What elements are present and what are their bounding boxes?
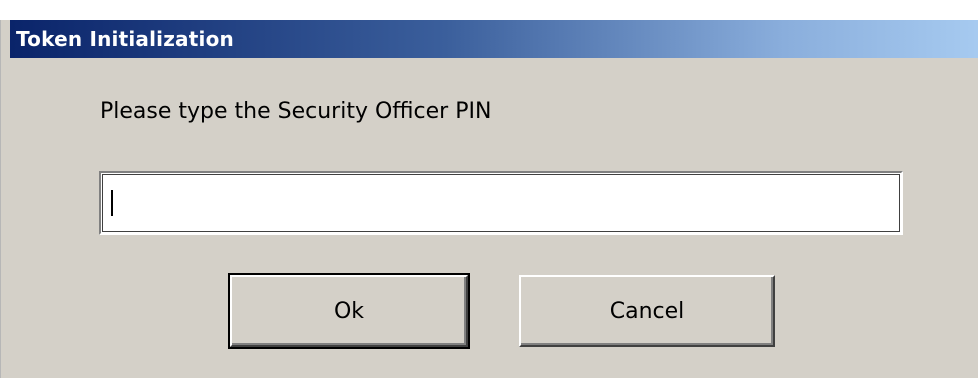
text-caret (111, 190, 113, 216)
dialog-title: Token Initialization (16, 27, 234, 51)
left-edge (0, 20, 10, 378)
title-bar[interactable]: Token Initialization (10, 20, 978, 58)
cancel-button[interactable]: Cancel (519, 275, 775, 347)
top-edge (0, 0, 978, 20)
pin-prompt-label: Please type the Security Officer PIN (100, 99, 492, 124)
dialog-content: Please type the Security Officer PIN Ok … (10, 58, 978, 378)
token-initialization-dialog: Token Initialization Please type the Sec… (0, 0, 978, 378)
security-officer-pin-input[interactable] (99, 171, 903, 235)
ok-button[interactable]: Ok (228, 273, 470, 349)
